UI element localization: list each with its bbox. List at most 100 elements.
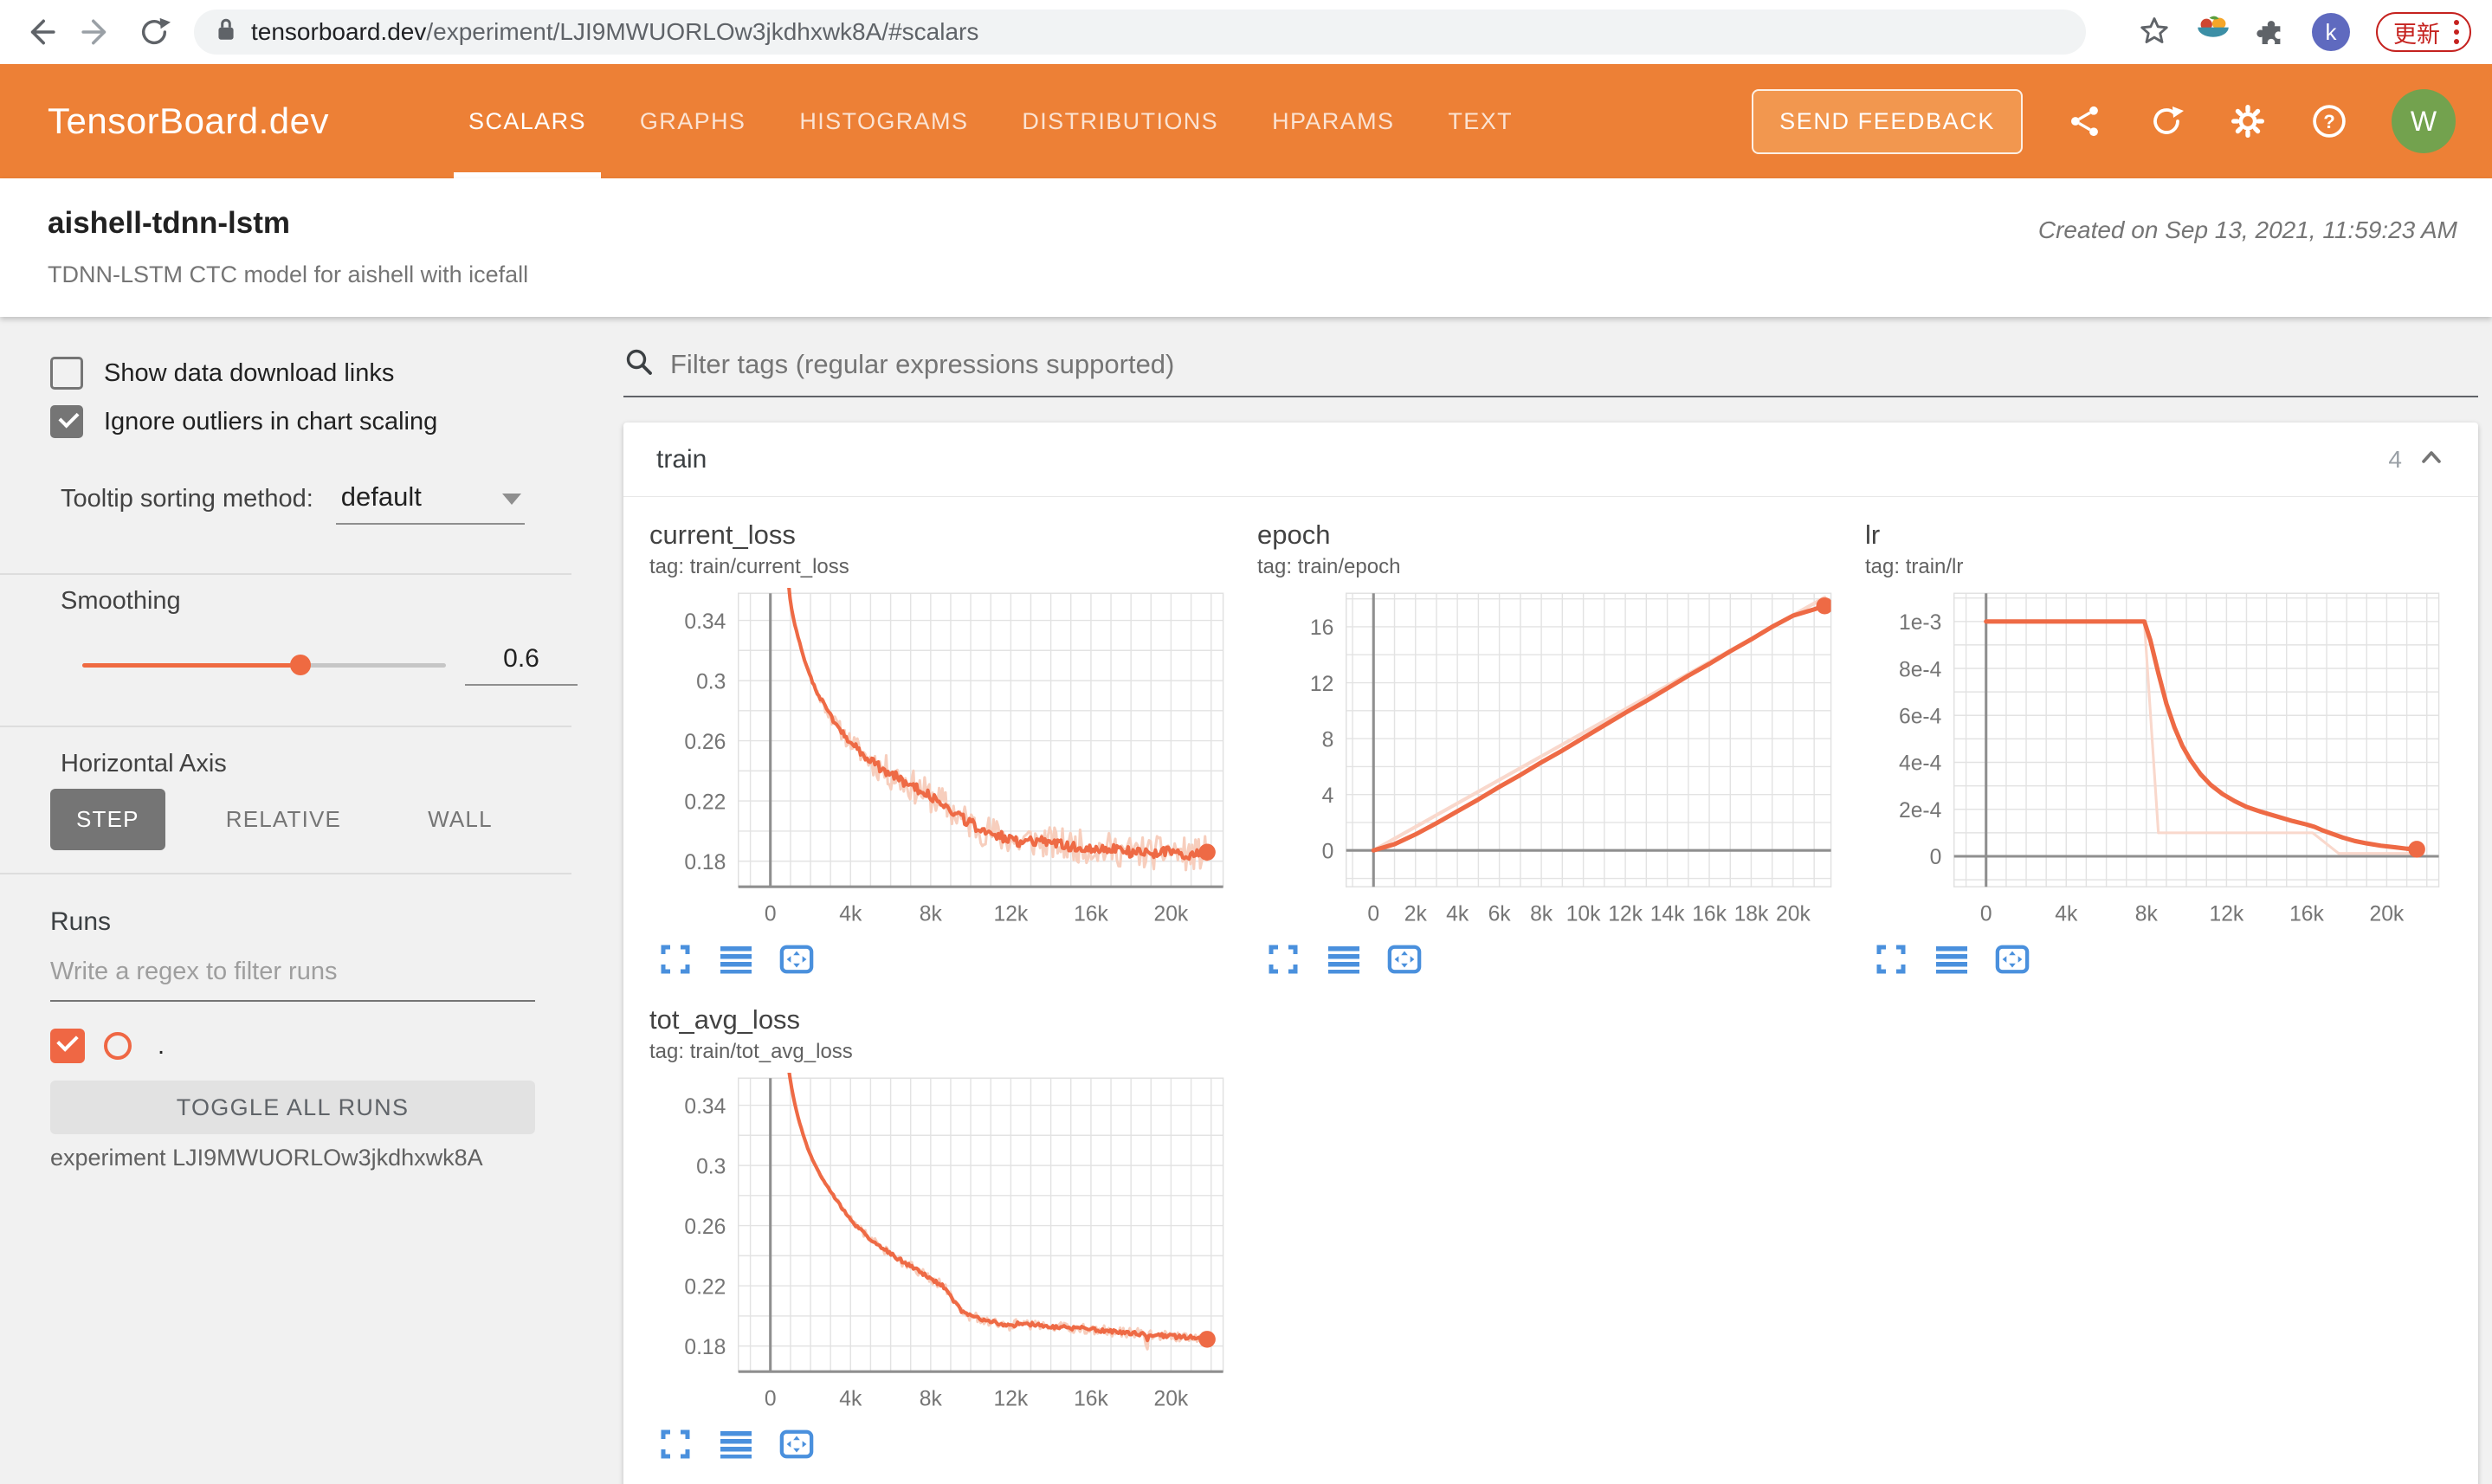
- send-feedback-button[interactable]: SEND FEEDBACK: [1752, 88, 2023, 154]
- show-download-links-checkbox[interactable]: [50, 357, 83, 390]
- help-icon[interactable]: ?: [2310, 102, 2348, 140]
- svg-text:0.3: 0.3: [696, 670, 726, 694]
- experiment-title: aishell-tdnn-lstm: [48, 206, 291, 240]
- run-color-swatch: [104, 1032, 132, 1060]
- experiment-description: TDNN-LSTM CTC model for aishell with ice…: [48, 261, 529, 287]
- bookmark-star-icon[interactable]: [2139, 15, 2170, 50]
- svg-text:2k: 2k: [1404, 902, 1428, 926]
- chart-toolbar: [658, 944, 1236, 975]
- svg-text:4: 4: [1322, 784, 1334, 808]
- fit-to-box-icon[interactable]: [1995, 944, 2030, 975]
- tooltip-sorting-select[interactable]: default: [335, 481, 525, 525]
- browser-refresh-icon[interactable]: [137, 15, 171, 49]
- runs-filter-input[interactable]: Write a regex to filter runs: [50, 958, 535, 1002]
- chart-tag: tag: train/epoch: [1257, 555, 1401, 578]
- flush-lines-icon[interactable]: [1934, 944, 1969, 975]
- filter-tags-input[interactable]: Filter tags (regular expressions support…: [623, 346, 2478, 397]
- svg-text:12k: 12k: [2210, 902, 2244, 926]
- user-avatar[interactable]: W: [2392, 89, 2456, 153]
- chart-plot[interactable]: 0 4k 8k 12k 16k 20k 0 2e-4 4e-4 6e-4 8e-4 1e-3: [1865, 586, 2452, 942]
- expand-chart-icon[interactable]: [1266, 944, 1301, 975]
- chart-title: current_loss: [649, 519, 796, 550]
- svg-text:0.34: 0.34: [684, 1095, 726, 1119]
- share-icon[interactable]: [2066, 102, 2104, 140]
- svg-text:16: 16: [1310, 616, 1333, 640]
- chart-toolbar: [1266, 944, 1844, 975]
- svg-text:14k: 14k: [1650, 902, 1685, 926]
- settings-sidebar: Show data download links Ignore outliers…: [0, 317, 578, 1484]
- svg-text:0.26: 0.26: [684, 731, 726, 754]
- svg-text:8e-4: 8e-4: [1899, 658, 1941, 681]
- chart-toolbar: [1874, 944, 2452, 975]
- svg-text:0.3: 0.3: [696, 1155, 726, 1178]
- svg-text:?: ?: [2323, 111, 2335, 132]
- ignore-outliers-checkbox[interactable]: [50, 405, 83, 438]
- divider: [0, 726, 571, 727]
- svg-text:8k: 8k: [920, 1387, 943, 1410]
- extension-bowl-icon[interactable]: [2196, 13, 2231, 52]
- svg-text:0: 0: [1980, 902, 1992, 926]
- scalar-chart-lr: lr tag: train/lr 0 4k 8k 12k 16k 20k 0 2e-4 4e-4…: [1865, 519, 2452, 975]
- extensions-puzzle-icon[interactable]: [2256, 16, 2286, 49]
- run-checkbox[interactable]: [50, 1029, 85, 1063]
- tab-hparams[interactable]: HPARAMS: [1245, 64, 1421, 178]
- ignore-outliers-row[interactable]: Ignore outliers in chart scaling: [50, 405, 437, 438]
- fit-to-box-icon[interactable]: [1387, 944, 1422, 975]
- svg-text:12k: 12k: [994, 1387, 1029, 1410]
- smoothing-label: Smoothing: [61, 587, 181, 615]
- svg-text:8k: 8k: [1530, 902, 1553, 926]
- tab-distributions[interactable]: DISTRIBUTIONS: [995, 64, 1245, 178]
- tab-graphs[interactable]: GRAPHS: [613, 64, 772, 178]
- more-vert-icon[interactable]: [2452, 17, 2461, 47]
- collapse-chevron-icon[interactable]: [2418, 446, 2445, 473]
- experiment-info-bar: aishell-tdnn-lstm TDNN-LSTM CTC model fo…: [0, 178, 2492, 317]
- svg-text:6k: 6k: [1488, 902, 1512, 926]
- svg-text:10k: 10k: [1566, 902, 1601, 926]
- axis-option-wall[interactable]: WALL: [402, 789, 519, 850]
- fit-to-box-icon[interactable]: [779, 1429, 814, 1460]
- expand-chart-icon[interactable]: [1874, 944, 1908, 975]
- expand-chart-icon[interactable]: [658, 944, 693, 975]
- reload-data-icon[interactable]: [2147, 102, 2185, 140]
- app-header: TensorBoard.dev SCALARS GRAPHS HISTOGRAMS D…: [0, 64, 2492, 178]
- axis-option-relative[interactable]: RELATIVE: [200, 789, 367, 850]
- settings-gear-icon[interactable]: [2229, 102, 2267, 140]
- svg-text:0.18: 0.18: [684, 851, 726, 874]
- svg-text:4k: 4k: [839, 1387, 862, 1410]
- tab-scalars[interactable]: SCALARS: [442, 64, 613, 178]
- slider-thumb[interactable]: [290, 654, 311, 675]
- tab-text[interactable]: TEXT: [1421, 64, 1540, 178]
- svg-text:0.22: 0.22: [684, 790, 726, 814]
- section-title: train: [656, 444, 707, 474]
- chart-plot[interactable]: 0 4k 8k 12k 16k 20k 0.18 0.22 0.26 0.3 0.34: [649, 586, 1236, 942]
- address-bar[interactable]: tensorboard.dev/experiment/LJI9MWUORLOw3…: [194, 10, 2086, 55]
- train-section-header[interactable]: train 4: [623, 423, 2478, 497]
- section-chart-count: 4: [2388, 445, 2402, 473]
- svg-text:4e-4: 4e-4: [1899, 752, 1941, 776]
- fit-to-box-icon[interactable]: [779, 944, 814, 975]
- chart-plot[interactable]: 0 2k 4k 6k 8k 10k 12k 14k 16k 18k 20k 0 4 8 12 16: [1257, 586, 1844, 942]
- experiment-created-date: Created on Sep 13, 2021, 11:59:23 AM: [2037, 216, 2457, 243]
- chart-plot[interactable]: 0 4k 8k 12k 16k 20k 0.18 0.22 0.26 0.3 0.34: [649, 1071, 1236, 1427]
- toggle-all-runs-button[interactable]: TOGGLE ALL RUNS: [50, 1081, 535, 1134]
- flush-lines-icon[interactable]: [1327, 944, 1361, 975]
- smoothing-slider[interactable]: [82, 654, 446, 675]
- axis-option-step[interactable]: STEP: [50, 789, 165, 850]
- run-row[interactable]: .: [50, 1029, 165, 1063]
- show-download-links-row[interactable]: Show data download links: [50, 357, 394, 390]
- browser-profile-avatar[interactable]: k: [2312, 13, 2350, 51]
- scalars-dashboard: Filter tags (regular expressions support…: [576, 317, 2492, 1484]
- flush-lines-icon[interactable]: [719, 1429, 753, 1460]
- flush-lines-icon[interactable]: [719, 944, 753, 975]
- expand-chart-icon[interactable]: [658, 1429, 693, 1460]
- url-text: tensorboard.dev/experiment/LJI9MWUORLOw3…: [251, 18, 979, 45]
- tab-histograms[interactable]: HISTOGRAMS: [772, 64, 995, 178]
- chrome-update-button[interactable]: 更新: [2376, 12, 2471, 52]
- experiment-id-label: experiment LJI9MWUORLOw3jkdhxwk8A: [50, 1145, 483, 1171]
- browser-back-icon[interactable]: [23, 15, 57, 49]
- svg-text:0: 0: [765, 902, 777, 926]
- smoothing-value[interactable]: 0.6: [465, 644, 578, 686]
- browser-forward-icon[interactable]: [80, 15, 114, 49]
- lock-icon[interactable]: [215, 17, 237, 48]
- chart-tag: tag: train/current_loss: [649, 555, 849, 578]
